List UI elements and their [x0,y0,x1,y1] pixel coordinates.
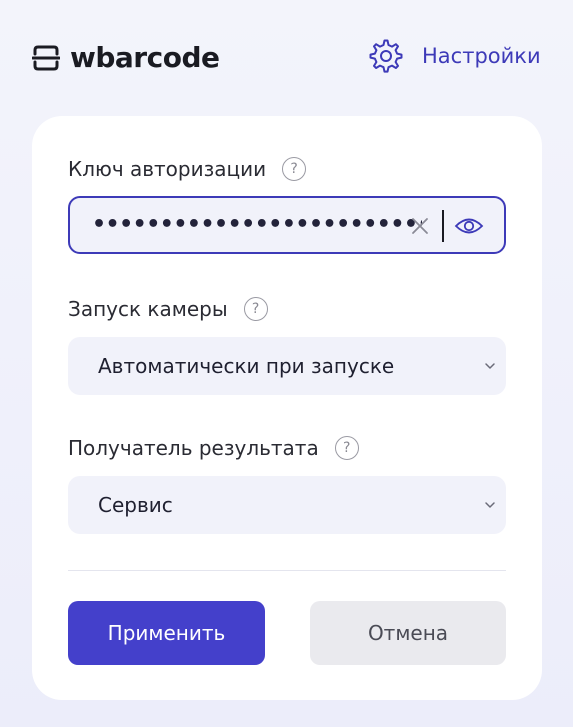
result-receiver-selected-value: Сервис [98,493,173,517]
auth-key-input[interactable]: ••••••••••••••••••••••••••••••••••••• [68,196,506,254]
camera-launch-label: Запуск камеры ? [68,294,268,324]
camera-launch-selected-value: Автоматически при запуске [98,354,395,378]
text-caret [442,210,444,242]
settings-link[interactable]: Настройки [368,38,541,74]
eye-icon[interactable] [454,214,484,238]
settings-label: Настройки [422,44,541,68]
logo: wbarcode [32,40,220,76]
logo-text: wbarcode [70,41,220,74]
settings-card: Ключ авторизации ? •••••••••••••••••••••… [32,116,542,700]
auth-key-label: Ключ авторизации ? [68,154,307,184]
help-icon[interactable]: ? [243,297,268,321]
cancel-button[interactable]: Отмена [310,601,506,665]
result-receiver-label: Получатель результата ? [68,433,359,463]
apply-button[interactable]: Применить [68,601,265,665]
auth-key-label-text: Ключ авторизации [68,157,267,181]
clear-icon[interactable] [410,216,430,236]
camera-launch-select[interactable]: Автоматически при запуске [68,337,506,395]
camera-launch-label-text: Запуск камеры [68,297,228,321]
auth-key-masked-value: ••••••••••••••••••••••••••••••••••••• [92,212,422,237]
chevron-down-icon [484,360,496,372]
divider [68,570,506,571]
gear-icon [368,38,404,74]
help-icon[interactable]: ? [334,436,359,460]
barcode-scan-icon [32,44,60,72]
help-icon[interactable]: ? [282,157,307,181]
app-header: wbarcode Настройки [0,0,573,116]
result-receiver-label-text: Получатель результата [68,436,319,460]
chevron-down-icon [484,499,496,511]
result-receiver-select[interactable]: Сервис [68,476,506,534]
